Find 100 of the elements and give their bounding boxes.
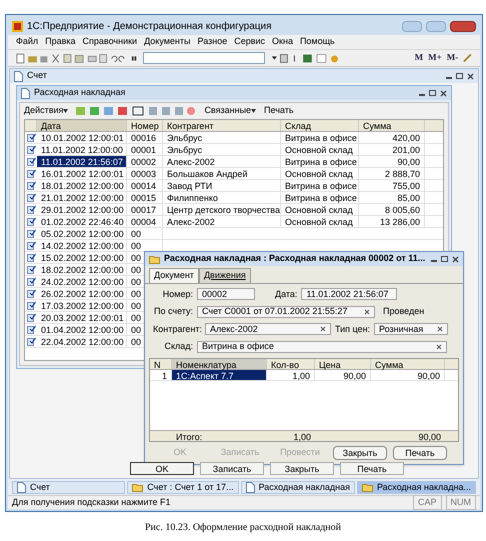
- status-hint: Для получения подсказки нажмите F1: [12, 496, 172, 509]
- related-menu[interactable]: Связанные: [204, 104, 252, 118]
- clear-icon[interactable]: [364, 308, 370, 315]
- clear-icon[interactable]: [320, 326, 326, 332]
- menu-item[interactable]: Файл: [16, 35, 38, 49]
- field-label: Склад:: [163, 340, 193, 353]
- menu-item[interactable]: Окна: [272, 35, 293, 49]
- table-cell: 2 888,70: [359, 168, 425, 179]
- table-cell: Витрина в офисе: [281, 132, 359, 143]
- dialog-button[interactable]: Закрыть: [333, 446, 387, 460]
- window-button[interactable]: Записать: [200, 462, 264, 475]
- window-title: Расходная накладная: [34, 86, 126, 100]
- table-cell: Витрина в офисе: [281, 192, 359, 203]
- warehouse-field[interactable]: Витрина в офисе: [197, 340, 447, 353]
- window-button[interactable]: Закрыть: [270, 462, 334, 475]
- actions-menu[interactable]: Действия: [24, 104, 64, 118]
- column-header[interactable]: Кол-во: [267, 358, 315, 368]
- close-icon[interactable]: [440, 90, 447, 96]
- column-header[interactable]: Дата: [37, 120, 127, 131]
- clear-icon[interactable]: [437, 326, 444, 332]
- close-button[interactable]: [450, 20, 476, 32]
- date-field[interactable]: 11.01.2002 21:56:07: [301, 288, 398, 300]
- table-cell: 90,00: [359, 156, 425, 167]
- table-cell: 00002: [127, 156, 163, 167]
- table-cell: 16.01.2002 12:00:01: [37, 168, 127, 179]
- toolbar-icons-drawing[interactable]: [76, 106, 196, 116]
- maximize-icon[interactable]: [456, 73, 463, 79]
- taskbar-tab[interactable]: Счет: [12, 481, 126, 494]
- table-cell: Завод РТИ: [163, 180, 281, 191]
- column-header[interactable]: Контрагент: [163, 120, 281, 131]
- folder-icon: [362, 483, 373, 492]
- table-cell: 18.01.2002 12:00:00: [37, 180, 127, 191]
- window-title: Счет: [27, 69, 48, 82]
- field-label: Номер:: [162, 288, 193, 301]
- close-icon[interactable]: [452, 256, 459, 262]
- clear-icon[interactable]: [436, 344, 442, 350]
- window-button[interactable]: OK: [130, 462, 194, 475]
- table-cell: 24.02.2002 12:00:00: [37, 276, 127, 287]
- folder-icon: [132, 483, 144, 492]
- print-menu[interactable]: Печать: [264, 104, 294, 118]
- table-cell: 1С:Аспект 7.7: [172, 370, 267, 380]
- folder-icon: [149, 254, 160, 264]
- table-cell: Эльбрус: [163, 132, 281, 143]
- customer-field[interactable]: Алекс-2002: [205, 323, 331, 336]
- table-cell: 00004: [127, 216, 163, 227]
- memory-button[interactable]: M+: [428, 51, 442, 65]
- menu-item[interactable]: Правка: [45, 35, 76, 49]
- taskbar-tab[interactable]: Расходная накладна...: [356, 481, 476, 494]
- table-cell: 15.02.2002 12:00:00: [37, 252, 127, 263]
- memory-button[interactable]: M-: [446, 51, 458, 65]
- table-cell: 21.01.2002 12:00:00: [37, 192, 127, 203]
- document-icon: [17, 482, 26, 493]
- table-cell: Витрина в офисе: [281, 156, 359, 167]
- menu-item[interactable]: Разное: [197, 35, 228, 49]
- menu-item[interactable]: Справочники: [82, 35, 138, 49]
- table-cell: Основной склад: [281, 144, 359, 155]
- toolbar-icons-drawing[interactable]: [16, 52, 138, 64]
- table-cell: 11.01.2002 21:56:07: [37, 156, 127, 167]
- column-header[interactable]: Сумма: [371, 358, 445, 368]
- menu-item[interactable]: Сервис: [234, 35, 266, 49]
- table-cell: 13 286,00: [359, 216, 425, 227]
- caret-icon[interactable]: [63, 109, 68, 113]
- tab[interactable]: Документ: [149, 268, 199, 282]
- menu-item[interactable]: Документы: [144, 35, 190, 49]
- table-cell: Основной склад: [281, 216, 359, 227]
- memory-button[interactable]: M: [414, 51, 424, 65]
- column-header[interactable]: Номер: [127, 120, 163, 131]
- search-field[interactable]: [142, 52, 266, 64]
- dialog-button[interactable]: Печать: [393, 446, 447, 460]
- table-cell: 17.03.2002 12:00:00: [37, 300, 127, 311]
- menu-item[interactable]: Помощь: [300, 35, 335, 49]
- column-header[interactable]: Сумма: [359, 120, 425, 131]
- taskbar-tab[interactable]: Счет : Счет 1 от 17...: [127, 481, 239, 494]
- table-cell: 01.02.2002 22:46:40: [37, 216, 127, 227]
- status-indicator: CAP: [412, 494, 442, 510]
- totals-cell-text: 1,00: [292, 431, 312, 441]
- column-header[interactable]: Склад: [281, 120, 359, 131]
- table-cell: 22.04.2002 12:00:00: [37, 336, 127, 347]
- number-field[interactable]: 00002: [197, 288, 255, 300]
- maximize-icon[interactable]: [429, 90, 436, 96]
- column-header[interactable]: Цена: [315, 358, 371, 368]
- figure-caption: Рис. 10.23. Оформление расходной накладной: [144, 521, 342, 535]
- maximize-icon[interactable]: [441, 256, 448, 262]
- table-cell: Алекс-2002: [163, 216, 281, 227]
- close-icon[interactable]: [467, 72, 474, 80]
- invoice-field[interactable]: Счет С0001 от 07.01.2002 21:55:27: [197, 306, 375, 318]
- table-cell: 85,00: [359, 192, 425, 203]
- totals-label: Итого:: [175, 431, 204, 441]
- table-cell: 201,00: [359, 144, 425, 155]
- taskbar-tab[interactable]: Расходная накладная: [240, 481, 355, 494]
- caret-icon[interactable]: [251, 109, 256, 113]
- table-cell: 8 005,60: [359, 204, 425, 215]
- tab[interactable]: Движения: [198, 268, 251, 282]
- table-cell: 05.02.2002 12:00:00: [37, 228, 127, 239]
- price-type-field[interactable]: Розничная: [374, 323, 448, 336]
- column-header[interactable]: Номенклатура: [172, 358, 267, 368]
- table-cell: 00014: [127, 180, 163, 191]
- window-title: Расходная накладная : Расходная накладная 00002 от 11...: [164, 252, 426, 266]
- table-cell: 90,00: [371, 370, 445, 380]
- window-button[interactable]: Печать: [340, 462, 404, 475]
